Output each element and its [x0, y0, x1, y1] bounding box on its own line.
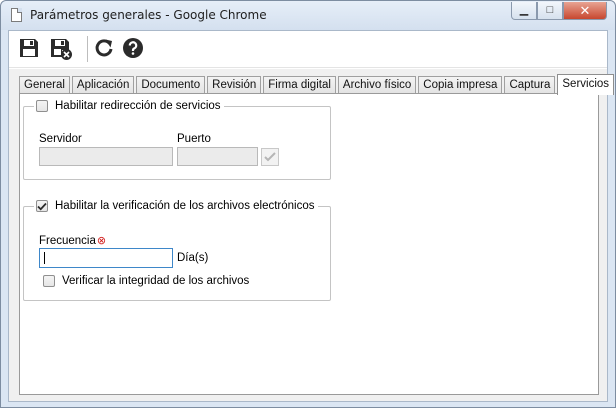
tab-archivo-fisico[interactable]: Archivo físico [337, 76, 417, 94]
dialog-client: General Aplicación Documento Revisión Fi… [8, 30, 615, 402]
check-icon [264, 152, 276, 162]
tab-copia-impresa[interactable]: Copia impresa [418, 76, 503, 94]
verification-group: Habilitar la verificación de los archivo… [23, 198, 331, 301]
tab-firma-digital[interactable]: Firma digital [263, 76, 336, 94]
frequency-label-row: Frecuencia ⊗ [39, 234, 107, 248]
tab-servicios[interactable]: Servicios [557, 74, 615, 95]
title-bar[interactable]: Parámetros generales - Google Chrome ▁ □… [1, 1, 615, 30]
toolbar [9, 31, 607, 68]
verification-label: Habilitar la verificación de los archivo… [55, 200, 315, 212]
tab-aplicacion[interactable]: Aplicación [71, 76, 135, 94]
window-controls: ▁ □ ✕ [511, 2, 607, 20]
minimize-button[interactable]: ▁ [511, 2, 537, 20]
frequency-input[interactable] [39, 248, 173, 268]
integrity-row: Verificar la integridad de los archivos [43, 275, 249, 287]
help-button[interactable] [122, 37, 146, 61]
save-button[interactable] [18, 37, 42, 61]
servicios-panel: Habilitar redirección de servicios Servi… [19, 93, 599, 395]
save-icon [20, 39, 38, 57]
save-and-close-icon [51, 39, 72, 60]
integrity-checkbox[interactable] [43, 275, 55, 287]
frequency-unit: Día(s) [177, 252, 209, 264]
text-caret [44, 252, 45, 264]
close-button[interactable]: ✕ [563, 2, 607, 20]
refresh-icon [95, 39, 113, 57]
tab-revision[interactable]: Revisión [207, 76, 262, 94]
maximize-button[interactable]: □ [537, 2, 563, 20]
port-input[interactable] [177, 147, 258, 166]
page-icon [11, 8, 22, 22]
redirect-legend: Habilitar redirección de servicios [34, 98, 224, 114]
verification-legend: Habilitar la verificación de los archivo… [34, 198, 318, 214]
required-icon: ⊗ [96, 235, 107, 247]
port-label: Puerto [177, 133, 211, 145]
server-input[interactable] [39, 147, 173, 166]
window-title: Parámetros generales - Google Chrome [30, 8, 267, 22]
redirect-label: Habilitar redirección de servicios [55, 100, 221, 112]
redirect-group: Habilitar redirección de servicios Servi… [23, 98, 331, 180]
integrity-label: Verificar la integridad de los archivos [62, 275, 250, 287]
tab-general[interactable]: General [19, 76, 70, 94]
save-and-close-button[interactable] [49, 37, 73, 61]
help-icon [123, 38, 143, 58]
tabs-area: General Aplicación Documento Revisión Fi… [9, 69, 615, 401]
browser-window: Parámetros generales - Google Chrome ▁ □… [0, 0, 616, 408]
redirect-checkbox[interactable] [36, 100, 48, 112]
refresh-button[interactable] [93, 37, 117, 61]
server-label: Servidor [39, 133, 82, 145]
tab-strip: General Aplicación Documento Revisión Fi… [19, 74, 616, 95]
verification-checkbox[interactable] [36, 200, 48, 212]
toolbar-separator [87, 36, 88, 62]
tab-captura[interactable]: Captura [504, 76, 556, 94]
frequency-label: Frecuencia [39, 234, 96, 247]
tab-documento[interactable]: Documento [136, 76, 206, 94]
port-confirm-button[interactable] [261, 148, 279, 166]
checkmark-icon [37, 202, 47, 210]
